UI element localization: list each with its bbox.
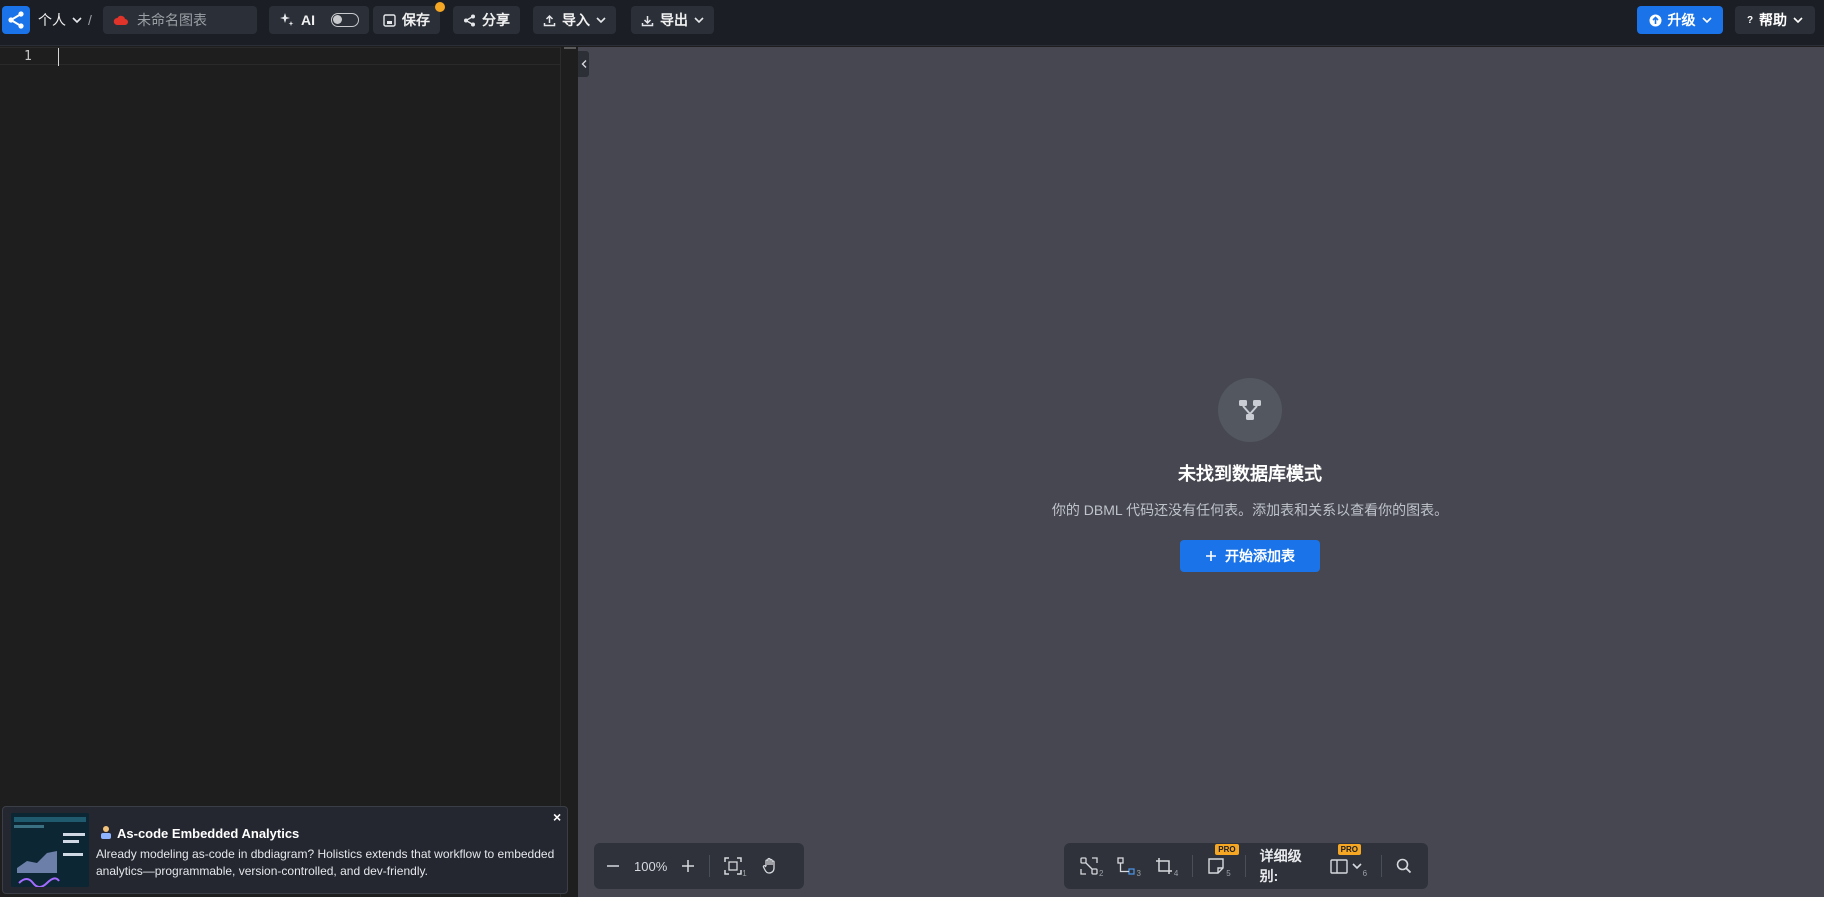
toolbar-divider: [1381, 855, 1382, 877]
upgrade-button[interactable]: 升级: [1637, 6, 1723, 34]
zoom-level[interactable]: 100%: [634, 859, 667, 874]
toolbar-divider: [1244, 855, 1246, 877]
empty-state: 未找到数据库模式 你的 DBML 代码还没有任何表。添加表和关系以查看你的图表。…: [1000, 378, 1500, 572]
import-button[interactable]: 导入: [533, 6, 616, 34]
unsaved-indicator: [435, 2, 445, 12]
editor-scrollbar[interactable]: [560, 47, 578, 897]
share-icon: [464, 14, 475, 26]
text-cursor: [58, 48, 59, 66]
shortcut-hint: 3: [1136, 868, 1141, 878]
chevron-down-icon: [596, 17, 606, 24]
help-button[interactable]: ? 帮助: [1735, 6, 1815, 34]
promo-thumbnail: [11, 813, 89, 887]
export-label: 导出: [660, 12, 688, 28]
auto-arrange-button[interactable]: 2: [1080, 855, 1103, 878]
export-button[interactable]: 导出: [631, 6, 714, 34]
crop-frame-icon: [1155, 858, 1172, 874]
zoom-in-button[interactable]: [681, 859, 695, 873]
frame-tool-button[interactable]: 4: [1155, 855, 1178, 878]
breadcrumb-separator: /: [88, 12, 92, 28]
save-button[interactable]: 保存: [373, 6, 440, 34]
pro-badge: PRO: [1215, 843, 1239, 855]
diagram-name-placeholder: 未命名图表: [137, 12, 207, 28]
promo-body: Already modeling as-code in dbdiagram? H…: [96, 847, 555, 878]
chevron-down-icon: [1701, 17, 1712, 24]
save-label: 保存: [402, 12, 430, 28]
pan-tool-button[interactable]: [761, 857, 779, 875]
relations-icon: [1117, 857, 1136, 875]
shortcut-hint: 2: [1099, 868, 1104, 878]
detail-level-label: 详细级别:: [1259, 848, 1302, 884]
toolbar-divider: [709, 855, 711, 877]
ai-label: AI: [301, 12, 315, 28]
pro-badge: PRO: [1337, 843, 1361, 855]
fit-view-button[interactable]: 1: [724, 855, 747, 878]
detail-level-dropdown[interactable]: PRO 6: [1329, 843, 1368, 878]
shortcut-hint: 5: [1226, 868, 1231, 878]
plus-icon: [1206, 551, 1216, 561]
chevron-down-icon: [72, 17, 82, 24]
app-root: 个人 / 未命名图表 AI 保存 分享 导入 导出 升级 ? 帮助 1 未找到数…: [0, 0, 1824, 897]
hand-icon: [762, 857, 775, 874]
zoom-out-button[interactable]: [606, 859, 620, 873]
shortcut-hint: 4: [1173, 868, 1179, 878]
import-label: 导入: [562, 12, 590, 28]
collapse-editor-button[interactable]: [578, 51, 589, 77]
sparkle-icon: [280, 13, 294, 26]
note-icon: [1208, 858, 1224, 874]
diagram-name-input[interactable]: 未命名图表: [103, 6, 257, 34]
promo-card[interactable]: As-code Embedded Analytics Already model…: [2, 806, 568, 894]
arrow-up-circle-icon: [1649, 14, 1661, 26]
empty-state-title: 未找到数据库模式: [1178, 464, 1322, 484]
top-bar: 个人 / 未命名图表 AI 保存 分享 导入 导出 升级 ? 帮助: [0, 0, 1824, 46]
shortcut-hint: 1: [742, 868, 747, 878]
chevron-down-icon: [1352, 863, 1362, 870]
upgrade-label: 升级: [1667, 12, 1696, 28]
share-label: 分享: [482, 12, 510, 28]
help-label: 帮助: [1759, 12, 1788, 28]
close-icon[interactable]: ×: [553, 809, 561, 825]
search-icon: [1396, 858, 1412, 874]
chevron-left-icon: [581, 60, 586, 68]
upload-icon: [543, 14, 556, 26]
cloud-icon: [113, 15, 128, 25]
add-table-label: 开始添加表: [1225, 548, 1295, 564]
promo-title: As-code Embedded Analytics: [117, 826, 300, 841]
arrange-icon: [1080, 857, 1098, 875]
layout-panel-icon: [1329, 859, 1348, 874]
ai-toggle-switch[interactable]: [331, 13, 359, 27]
app-logo-icon[interactable]: [2, 6, 30, 34]
toolbar-divider: [1192, 855, 1194, 877]
question-icon: ?: [1746, 14, 1754, 26]
minus-icon: [607, 865, 619, 867]
empty-state-description: 你的 DBML 代码还没有任何表。添加表和关系以查看你的图表。: [1051, 502, 1449, 518]
chevron-down-icon: [694, 17, 704, 24]
editor-line[interactable]: 1: [0, 47, 560, 66]
download-icon: [641, 15, 654, 26]
ai-toggle-button[interactable]: AI: [269, 6, 369, 34]
fit-screen-icon: [724, 857, 742, 875]
relationship-mode-button[interactable]: 3: [1117, 855, 1141, 878]
plus-icon: [682, 860, 695, 872]
zoom-toolbar: 100% 1: [594, 843, 804, 889]
chevron-down-icon: [1793, 17, 1803, 24]
code-editor[interactable]: 1: [0, 47, 560, 897]
person-icon: [99, 825, 113, 842]
schema-icon: [1218, 378, 1282, 442]
sticky-note-button[interactable]: PRO 5: [1207, 843, 1239, 878]
shortcut-hint: 6: [1362, 868, 1368, 878]
line-number: 1: [24, 49, 32, 64]
share-button[interactable]: 分享: [453, 6, 520, 34]
add-table-button[interactable]: 开始添加表: [1180, 540, 1320, 572]
scrollbar-thumb[interactable]: [564, 47, 576, 49]
save-icon: [383, 13, 396, 27]
search-button[interactable]: [1396, 858, 1412, 874]
view-toolbar: 2 3 4 PRO 5 详细级别: PRO 6: [1064, 843, 1428, 889]
workspace-selector[interactable]: 个人 /: [38, 10, 92, 30]
promo-title-row: As-code Embedded Analytics: [99, 825, 299, 842]
workspace-label: 个人: [38, 12, 66, 28]
